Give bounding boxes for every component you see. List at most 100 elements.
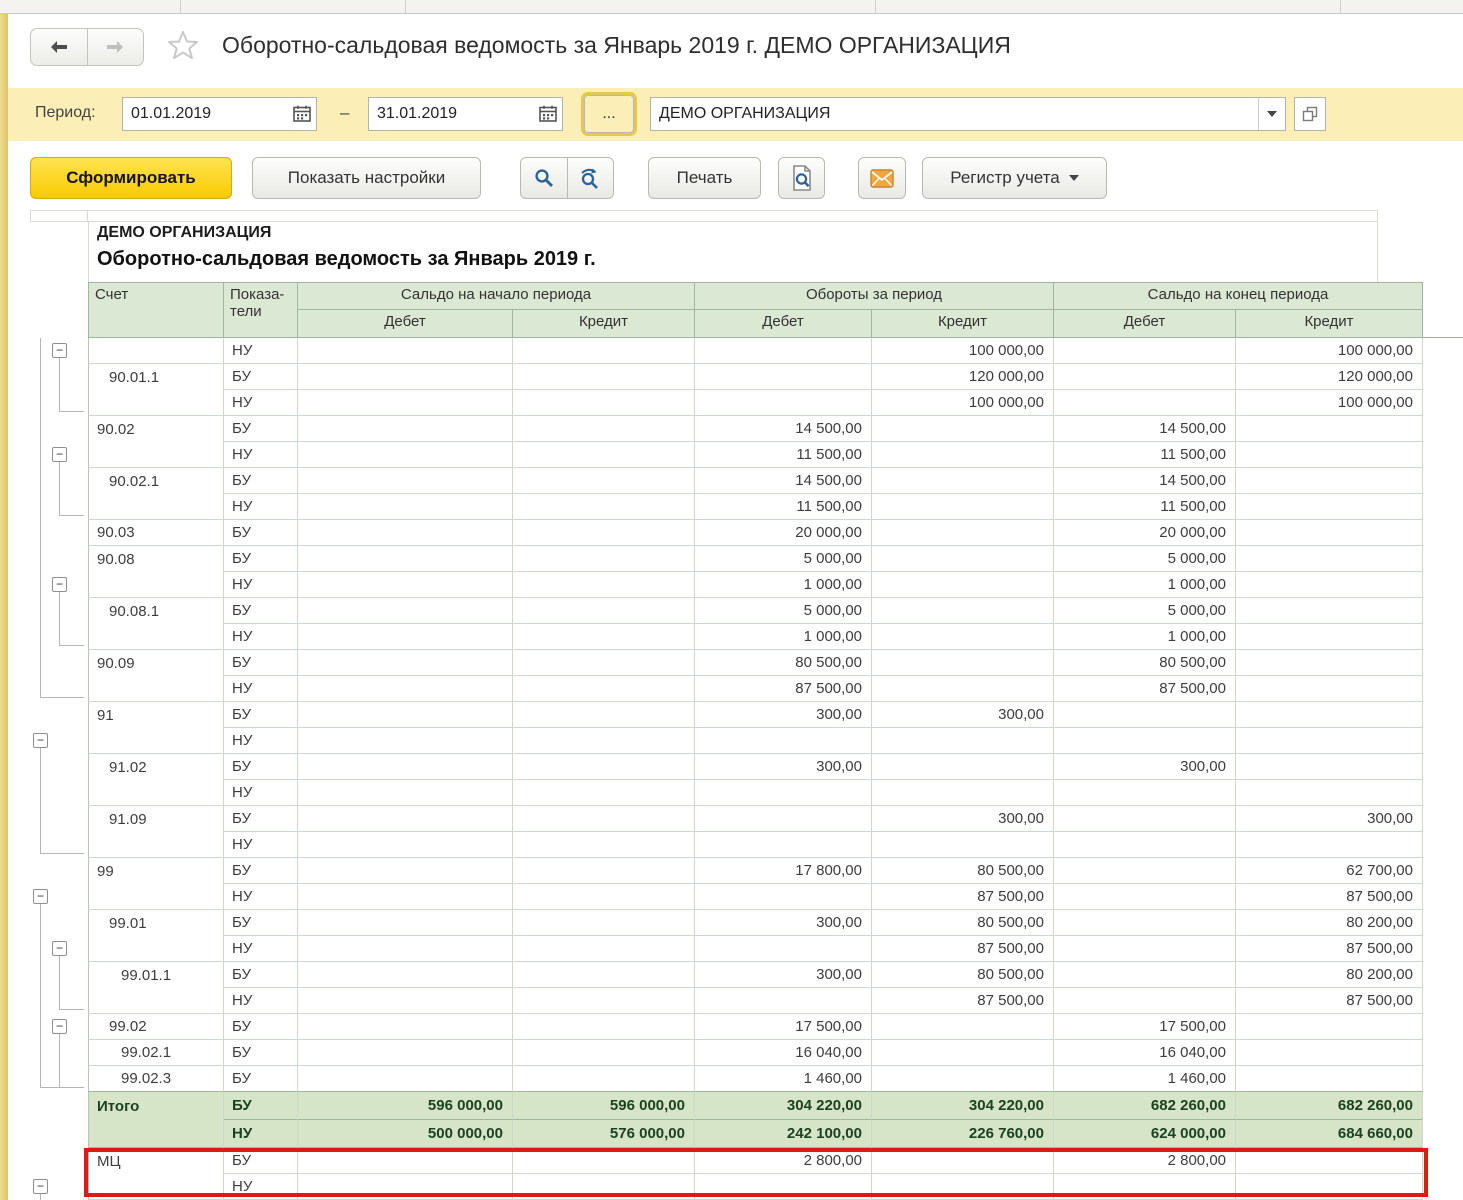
- amount-cell[interactable]: [513, 390, 695, 416]
- amount-cell[interactable]: 300,00: [872, 806, 1054, 832]
- amount-cell[interactable]: 304 220,00: [695, 1092, 872, 1120]
- amount-cell[interactable]: [513, 1066, 695, 1092]
- amount-cell[interactable]: 80 500,00: [872, 962, 1054, 988]
- amount-cell[interactable]: [1236, 546, 1423, 572]
- account-cell[interactable]: 99: [88, 858, 224, 884]
- amount-cell[interactable]: 226 760,00: [872, 1120, 1054, 1148]
- amount-cell[interactable]: [298, 442, 513, 468]
- amount-cell[interactable]: [1236, 754, 1423, 780]
- indicator-cell[interactable]: НУ: [224, 390, 298, 416]
- amount-cell[interactable]: 300,00: [1236, 806, 1423, 832]
- indicator-cell[interactable]: НУ: [224, 1174, 298, 1200]
- amount-cell[interactable]: [298, 728, 513, 754]
- amount-cell[interactable]: [1054, 390, 1236, 416]
- amount-cell[interactable]: [513, 1014, 695, 1040]
- amount-cell[interactable]: [298, 1040, 513, 1066]
- amount-cell[interactable]: [298, 364, 513, 390]
- date-to-input[interactable]: [368, 97, 563, 131]
- account-cell[interactable]: МЦ: [88, 1148, 224, 1174]
- generate-button[interactable]: Сформировать: [30, 157, 232, 199]
- amount-cell[interactable]: [1236, 1148, 1423, 1174]
- amount-cell[interactable]: 16 040,00: [695, 1040, 872, 1066]
- account-cell[interactable]: [88, 832, 224, 858]
- amount-cell[interactable]: [298, 390, 513, 416]
- amount-cell[interactable]: 500 000,00: [298, 1120, 513, 1148]
- amount-cell[interactable]: 120 000,00: [872, 364, 1054, 390]
- amount-cell[interactable]: [1054, 702, 1236, 728]
- account-cell[interactable]: [88, 338, 224, 364]
- amount-cell[interactable]: [695, 806, 872, 832]
- account-cell[interactable]: 90.09: [88, 650, 224, 676]
- tree-expander[interactable]: −: [33, 889, 48, 904]
- amount-cell[interactable]: [298, 650, 513, 676]
- amount-cell[interactable]: 1 000,00: [695, 572, 872, 598]
- amount-cell[interactable]: [513, 468, 695, 494]
- amount-cell[interactable]: 87 500,00: [1236, 988, 1423, 1014]
- amount-cell[interactable]: [298, 832, 513, 858]
- amount-cell[interactable]: [298, 884, 513, 910]
- amount-cell[interactable]: 87 500,00: [695, 676, 872, 702]
- amount-cell[interactable]: [872, 1040, 1054, 1066]
- account-cell[interactable]: [88, 1174, 224, 1200]
- amount-cell[interactable]: [513, 676, 695, 702]
- indicator-cell[interactable]: БУ: [224, 1092, 298, 1120]
- amount-cell[interactable]: [513, 494, 695, 520]
- amount-cell[interactable]: [513, 962, 695, 988]
- show-settings-button[interactable]: Показать настройки: [252, 157, 481, 199]
- amount-cell[interactable]: [513, 364, 695, 390]
- amount-cell[interactable]: 17 800,00: [695, 858, 872, 884]
- amount-cell[interactable]: [513, 832, 695, 858]
- amount-cell[interactable]: [872, 572, 1054, 598]
- account-cell[interactable]: [88, 572, 224, 598]
- amount-cell[interactable]: 5 000,00: [1054, 598, 1236, 624]
- amount-cell[interactable]: 11 500,00: [695, 494, 872, 520]
- amount-cell[interactable]: 300,00: [695, 962, 872, 988]
- amount-cell[interactable]: [298, 1174, 513, 1200]
- indicator-cell[interactable]: НУ: [224, 338, 298, 364]
- account-cell[interactable]: 91: [88, 702, 224, 728]
- account-cell[interactable]: [88, 442, 224, 468]
- print-button[interactable]: Печать: [648, 157, 761, 199]
- amount-cell[interactable]: [513, 780, 695, 806]
- amount-cell[interactable]: [513, 546, 695, 572]
- indicator-cell[interactable]: НУ: [224, 624, 298, 650]
- amount-cell[interactable]: 80 500,00: [872, 910, 1054, 936]
- calendar-icon[interactable]: [293, 105, 311, 122]
- amount-cell[interactable]: [1236, 832, 1423, 858]
- indicator-cell[interactable]: НУ: [224, 676, 298, 702]
- amount-cell[interactable]: 87 500,00: [1236, 884, 1423, 910]
- indicator-cell[interactable]: БУ: [224, 416, 298, 442]
- tree-expander[interactable]: −: [33, 1179, 48, 1194]
- amount-cell[interactable]: [1054, 962, 1236, 988]
- amount-cell[interactable]: [872, 832, 1054, 858]
- amount-cell[interactable]: [1236, 1066, 1423, 1092]
- amount-cell[interactable]: 20 000,00: [695, 520, 872, 546]
- amount-cell[interactable]: 14 500,00: [695, 416, 872, 442]
- amount-cell[interactable]: 16 040,00: [1054, 1040, 1236, 1066]
- amount-cell[interactable]: [513, 728, 695, 754]
- indicator-cell[interactable]: НУ: [224, 1120, 298, 1148]
- amount-cell[interactable]: [1236, 624, 1423, 650]
- amount-cell[interactable]: [513, 988, 695, 1014]
- amount-cell[interactable]: 1 000,00: [695, 624, 872, 650]
- favorite-button[interactable]: [166, 29, 200, 68]
- period-variants-button[interactable]: ...: [584, 95, 634, 133]
- indicator-cell[interactable]: БУ: [224, 754, 298, 780]
- tree-expander[interactable]: −: [52, 343, 67, 358]
- indicator-cell[interactable]: БУ: [224, 962, 298, 988]
- amount-cell[interactable]: 80 500,00: [872, 858, 1054, 884]
- account-cell[interactable]: Итого: [88, 1092, 224, 1120]
- amount-cell[interactable]: 87 500,00: [1054, 676, 1236, 702]
- amount-cell[interactable]: [1236, 650, 1423, 676]
- amount-cell[interactable]: [872, 598, 1054, 624]
- amount-cell[interactable]: 87 500,00: [1236, 936, 1423, 962]
- amount-cell[interactable]: [298, 572, 513, 598]
- amount-cell[interactable]: [298, 338, 513, 364]
- amount-cell[interactable]: 14 500,00: [695, 468, 872, 494]
- calendar-icon[interactable]: [539, 105, 557, 122]
- amount-cell[interactable]: [298, 1066, 513, 1092]
- amount-cell[interactable]: 120 000,00: [1236, 364, 1423, 390]
- amount-cell[interactable]: [872, 416, 1054, 442]
- amount-cell[interactable]: [513, 1148, 695, 1174]
- amount-cell[interactable]: [298, 494, 513, 520]
